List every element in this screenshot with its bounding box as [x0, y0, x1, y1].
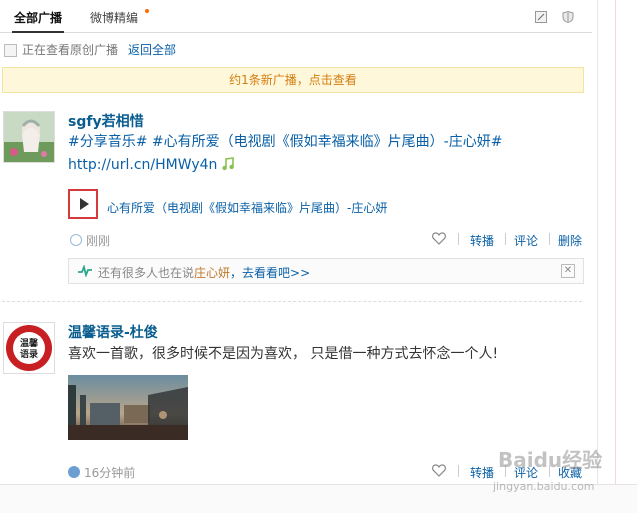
avatar[interactable]: [3, 111, 55, 163]
svg-text:温馨: 温馨: [20, 337, 39, 349]
post-actions: 转播 评论 删除: [432, 232, 584, 249]
action-separator: [458, 233, 459, 245]
heartbeat-icon: [78, 265, 92, 277]
repost-button[interactable]: 转播: [470, 232, 494, 249]
close-icon[interactable]: ✕: [561, 264, 575, 278]
music-title-link[interactable]: 心有所爱（电视剧《假如幸福来临》片尾曲）-庄心妍: [107, 199, 387, 216]
tab-bar: 全部广播 微博精编: [0, 0, 592, 33]
new-dot-badge: [145, 9, 149, 13]
tab-all-broadcasts[interactable]: 全部广播: [11, 10, 65, 33]
post-image-thumbnail[interactable]: [68, 375, 188, 440]
watermark-url: jingyan.baidu.com: [493, 480, 595, 493]
post-time: 16分钟前: [68, 464, 135, 481]
post-url-line: http://url.cn/HMWy4n: [68, 154, 235, 176]
post-author-nick[interactable]: sgfy若相惜: [68, 111, 144, 131]
avatar[interactable]: 温馨 语录: [3, 322, 55, 374]
post-author-nick[interactable]: 温馨语录-杜俊: [68, 322, 158, 342]
post-divider: [2, 301, 582, 302]
related-go-link[interactable]: ，去看看吧>>: [230, 266, 310, 280]
post-body-text: 喜欢一首歌，很多时候不是因为喜欢， 只是借一种方式去怀念一个人!: [68, 346, 499, 362]
post-short-url[interactable]: http://url.cn/HMWy4n: [68, 157, 217, 173]
right-gutter: [597, 0, 637, 512]
shield-icon[interactable]: [562, 11, 574, 23]
related-topic-text: 还有很多人也在说庄心妍，去看看吧>>: [98, 264, 310, 281]
repost-button[interactable]: 转播: [470, 464, 494, 481]
tab-weibo-selection[interactable]: 微博精编: [90, 10, 138, 26]
related-prefix: 还有很多人也在说: [98, 266, 195, 280]
play-button[interactable]: [68, 189, 98, 219]
delete-button[interactable]: 删除: [558, 232, 582, 249]
globe-icon: [68, 466, 80, 478]
action-separator: [505, 233, 506, 245]
action-separator: [549, 233, 550, 245]
gutter-edge: [615, 0, 616, 512]
clock-icon: [70, 234, 82, 246]
post-time-text[interactable]: 16分钟前: [84, 466, 135, 480]
related-topic-bar[interactable]: 还有很多人也在说庄心妍，去看看吧>> ✕: [68, 258, 584, 284]
new-broadcasts-notice[interactable]: 约1条新广播，点击查看: [2, 67, 584, 93]
related-person-link[interactable]: 庄心妍: [194, 266, 230, 280]
action-separator: [458, 465, 459, 477]
music-note-icon: [222, 157, 235, 171]
heart-icon[interactable]: [432, 232, 446, 245]
comment-button[interactable]: 评论: [514, 232, 538, 249]
filter-status-text: 正在查看原创广播: [22, 43, 119, 57]
edit-icon[interactable]: [535, 11, 547, 23]
post-topics-text[interactable]: #分享音乐# #心有所爱（电视剧《假如幸福来临》片尾曲）-庄心妍#: [68, 131, 502, 153]
post-time-text[interactable]: 刚刚: [86, 234, 110, 248]
post-time: 刚刚: [70, 232, 110, 249]
back-to-all-link[interactable]: 返回全部: [128, 42, 176, 58]
svg-text:语录: 语录: [20, 349, 38, 360]
watermark-brand: Baidu经验: [498, 448, 603, 472]
original-only-checkbox[interactable]: [4, 44, 17, 57]
feed-panel: 全部广播 微博精编 正在查看原创广播 返回全部 约1条新广播，点击查看 sgfy…: [0, 0, 597, 512]
heart-icon[interactable]: [432, 464, 446, 477]
